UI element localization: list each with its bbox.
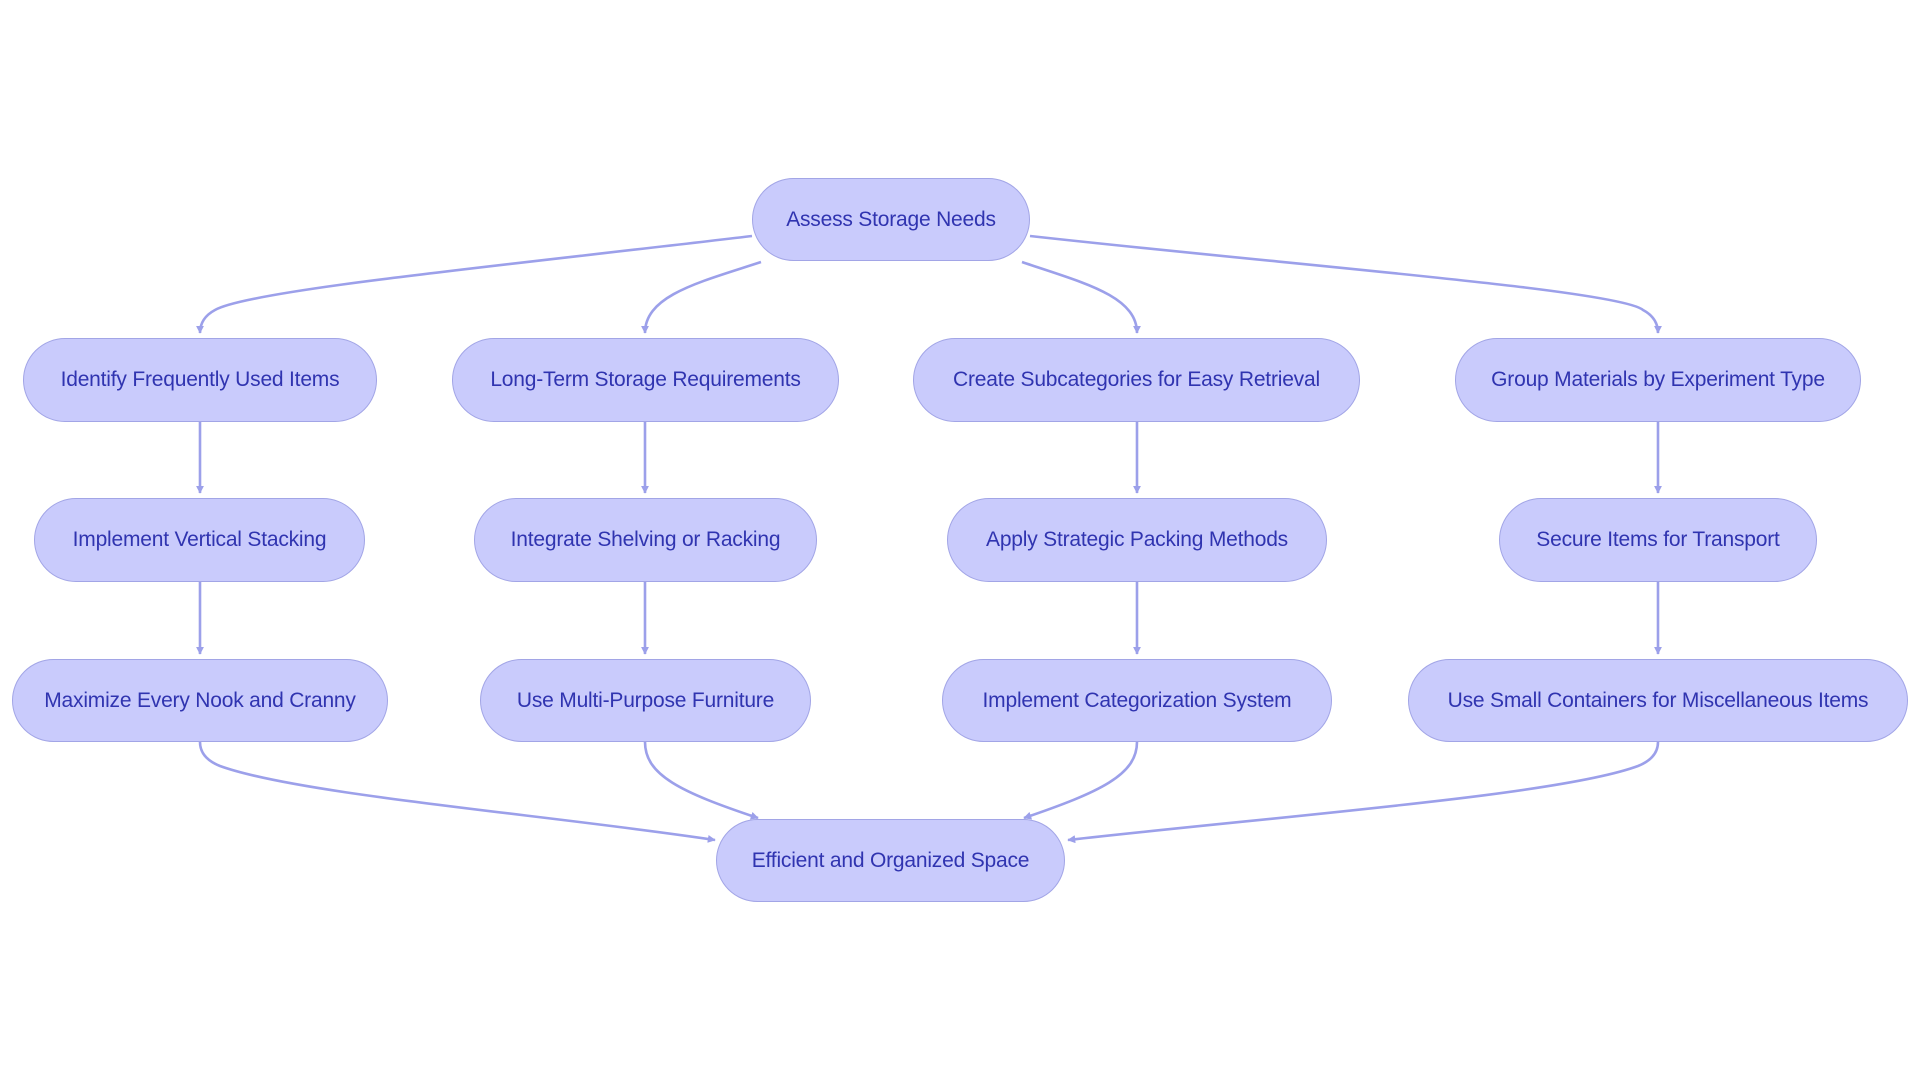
- node-label: Secure Items for Transport: [1536, 528, 1780, 551]
- edge-c3-to-end: [1023, 741, 1139, 820]
- node-label: Identify Frequently Used Items: [60, 368, 340, 391]
- node-multi-purpose-furniture[interactable]: Use Multi-Purpose Furniture: [480, 659, 811, 742]
- node-implement-vertical-stacking[interactable]: Implement Vertical Stacking: [34, 498, 365, 582]
- node-label: Implement Categorization System: [982, 688, 1292, 712]
- node-create-subcategories[interactable]: Create Subcategories for Easy Retrieval: [913, 338, 1360, 422]
- edge-root-to-a1: [196, 234, 753, 334]
- node-label: Implement Vertical Stacking: [72, 528, 327, 551]
- node-label: Assess Storage Needs: [786, 207, 996, 231]
- edge-root-to-b1: [641, 260, 762, 334]
- node-label: Long-Term Storage Requirements: [490, 368, 801, 391]
- node-assess-storage-needs[interactable]: Assess Storage Needs: [752, 178, 1030, 261]
- node-label: Maximize Every Nook and Cranny: [44, 688, 356, 712]
- node-label: Group Materials by Experiment Type: [1491, 368, 1825, 391]
- node-long-term-storage-requirements[interactable]: Long-Term Storage Requirements: [452, 338, 839, 422]
- node-small-containers[interactable]: Use Small Containers for Miscellaneous I…: [1408, 659, 1908, 742]
- edge-b3-to-end: [643, 741, 759, 820]
- node-secure-items-transport[interactable]: Secure Items for Transport: [1499, 498, 1817, 582]
- edge-root-to-c1: [1021, 260, 1141, 334]
- node-label: Create Subcategories for Easy Retrieval: [953, 368, 1320, 391]
- edge-root-to-d1: [1029, 234, 1662, 334]
- node-maximize-every-nook[interactable]: Maximize Every Nook and Cranny: [12, 659, 388, 742]
- node-label: Integrate Shelving or Racking: [510, 528, 781, 551]
- node-label: Use Multi-Purpose Furniture: [516, 688, 775, 712]
- edge-d3-to-end: [1067, 741, 1660, 844]
- node-integrate-shelving[interactable]: Integrate Shelving or Racking: [474, 498, 817, 582]
- node-implement-categorization[interactable]: Implement Categorization System: [942, 659, 1332, 742]
- node-label: Apply Strategic Packing Methods: [986, 528, 1288, 551]
- node-efficient-organized-space[interactable]: Efficient and Organized Space: [716, 819, 1065, 902]
- node-group-materials[interactable]: Group Materials by Experiment Type: [1455, 338, 1861, 422]
- node-identify-frequently-used-items[interactable]: Identify Frequently Used Items: [23, 338, 377, 422]
- node-label: Use Small Containers for Miscellaneous I…: [1447, 688, 1869, 712]
- node-apply-strategic-packing[interactable]: Apply Strategic Packing Methods: [947, 498, 1327, 582]
- node-label: Efficient and Organized Space: [751, 848, 1030, 872]
- edge-a3-to-end: [198, 741, 716, 843]
